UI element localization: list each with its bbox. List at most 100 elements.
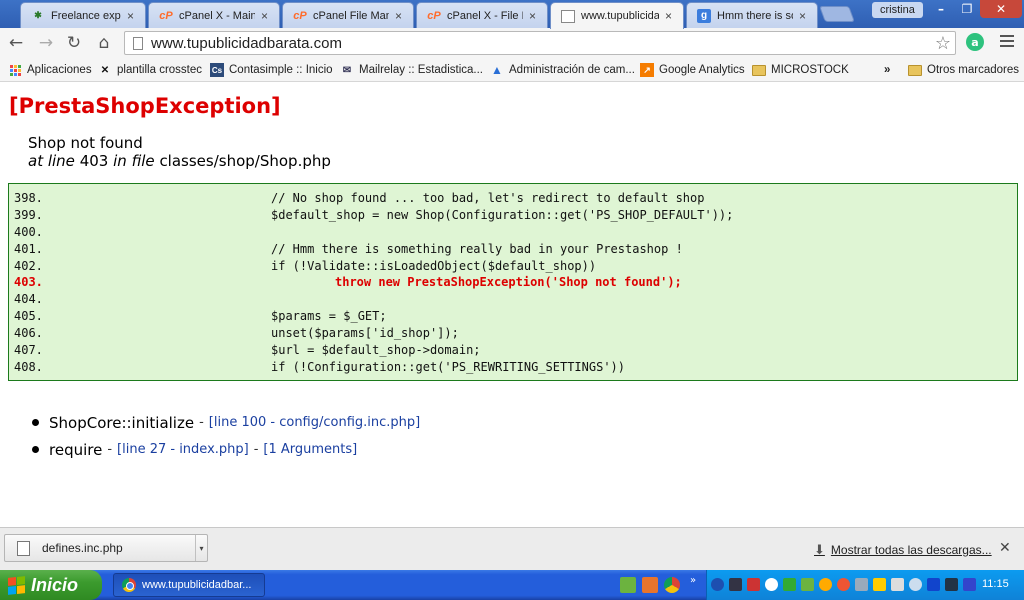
tab-4[interactable]: cP cPanel X - File M × [416,2,548,28]
bookmark-label: Aplicaciones [27,64,92,76]
battery-tray-icon[interactable] [963,578,976,591]
bookmark-analytics[interactable]: ↗ Google Analytics [640,62,745,78]
chrome-menu-icon[interactable] [1000,34,1014,48]
trace-link[interactable]: [1 Arguments] [263,442,357,457]
trace-link[interactable]: [line 27 - index.php] [117,442,249,457]
taskbar-clock[interactable]: 11:15 [982,578,1009,590]
folder-icon [752,63,766,77]
monitor-tray-icon[interactable] [945,578,958,591]
chrome-icon [122,578,136,592]
tab-close-icon[interactable]: × [529,9,539,23]
quicklaunch-overflow-icon[interactable]: » [690,575,706,591]
url-text[interactable]: www.tupublicidadbarata.com [151,35,342,52]
bluetooth-icon[interactable] [927,578,940,591]
tab-close-icon[interactable]: × [395,9,405,23]
line-number: 405. [14,309,43,324]
tab-close-icon[interactable]: × [799,9,809,23]
bookmark-label: Otros marcadores [927,64,1020,76]
trace-link[interactable]: [line 100 - config/config.inc.php] [209,415,420,430]
bookmark-contasimple[interactable]: Cs Contasimple :: Inicio [210,62,333,78]
shield-tray-icon[interactable] [873,578,886,591]
cpanel-quicklaunch-icon[interactable] [642,577,658,593]
forward-button[interactable]: → [34,32,58,54]
utorrent-tray-icon[interactable] [801,578,814,591]
chrome-tray-icon[interactable] [837,578,850,591]
search-tray-icon[interactable] [909,578,922,591]
mail-icon: ✉ [342,64,352,76]
tab-close-icon[interactable]: × [665,9,675,23]
back-button[interactable]: ← [4,32,28,54]
extension-icon[interactable]: a [966,33,984,51]
trace-separator: - [107,442,113,457]
display-tray-icon[interactable] [855,578,868,591]
line-number: 403. [14,275,43,290]
tab-6[interactable]: g Hmm there is sor × [686,2,818,28]
app-tray-icon[interactable] [783,578,796,591]
tab-2[interactable]: cP cPanel X - Main × [148,2,280,28]
apps-grid-icon [8,63,22,77]
taskbar-chrome-window[interactable]: www.tupublicidadbar... [113,573,265,597]
code-line: 408. if (!Configuration::get('PS_REWRITIN… [14,359,1017,376]
code-text: // No shop found ... too bad, let's redi… [271,191,705,205]
utorrent-icon[interactable] [620,577,636,593]
avast-tray-icon[interactable] [819,578,832,591]
download-filename[interactable]: defines.inc.php [42,541,195,555]
home-button[interactable]: ⌂ [92,32,116,54]
bookmarks-bar: Aplicaciones ✕ plantilla crosstec Cs Con… [0,58,1024,82]
address-bar[interactable]: www.tupublicidadbarata.com ☆ [124,31,956,55]
exception-title: [PrestaShopException] [9,94,281,118]
network-icon[interactable] [729,578,742,591]
reload-button[interactable]: ↻ [62,32,86,54]
tab-close-icon[interactable]: × [127,9,137,23]
download-menu-button[interactable]: ▾ [195,535,207,561]
bookmark-star-icon[interactable]: ☆ [935,33,951,54]
bookmark-apps[interactable]: Aplicaciones [8,62,92,78]
code-text: // Hmm there is something really bad in … [271,241,683,256]
code-text: unset($params['id_shop']); [271,326,459,341]
page-info-icon[interactable] [133,36,143,50]
code-line: 401. // Hmm there is something really bad… [14,241,1017,258]
trace-function: ShopCore::initialize [49,413,195,432]
bookmarks-overflow-button[interactable]: » [884,62,890,78]
bookmark-microstock[interactable]: MICROSTOCK [752,62,849,78]
new-tab-button[interactable] [819,6,855,22]
code-text: throw new PrestaShopException('Shop not … [335,275,682,290]
bullet [32,446,39,453]
bookmark-mailrelay[interactable]: ✉ Mailrelay :: Estadistica... [340,62,483,78]
line-number: 401. [14,241,43,256]
notification-icon[interactable] [765,578,778,591]
other-bookmarks-folder[interactable]: Otros marcadores [908,62,1019,78]
bookmark-crosstec[interactable]: ✕ plantilla crosstec [98,62,202,78]
bookmark-adwords[interactable]: ▲ Administración de cam... [490,62,635,78]
in-file-label: in file [113,152,155,170]
tab-5-active[interactable]: www.tupublicida × [550,2,684,29]
google-icon: g [697,8,711,23]
line-number: 407. [14,343,43,358]
tab-close-icon[interactable]: × [261,9,271,23]
exception-location: at line 403 in file classes/shop/Shop.ph… [28,152,331,170]
security-alert-icon[interactable] [747,578,760,591]
line-number: 398. [14,191,43,205]
close-window-button[interactable]: ✕ [980,0,1022,18]
code-line-error: 403. throw new PrestaShopException('Shop … [14,274,1017,291]
exception-message: Shop not found [28,134,143,152]
crosstec-icon: ✕ [100,64,110,76]
show-all-downloads-link[interactable]: ⬇ Mostrar todas las descargas... [814,542,992,558]
line-number: 406. [14,326,43,341]
tray-expand-icon[interactable] [711,578,724,591]
usb-tray-icon[interactable] [891,578,904,591]
user-profile-button[interactable]: cristina [872,2,923,18]
download-item[interactable]: defines.inc.php ▾ [4,534,208,562]
code-line: 406. unset($params['id_shop']); [14,325,1017,342]
close-download-shelf-button[interactable]: ✕ [999,540,1011,556]
code-excerpt: 398. // No shop found ... too bad, let's … [8,183,1018,381]
tab-title: Hmm there is sor [717,9,793,22]
bookmark-label: Administración de cam... [509,64,635,76]
tab-3[interactable]: cP cPanel File Mana × [282,2,414,28]
start-button[interactable]: Inicio [0,570,102,600]
show-all-label[interactable]: Mostrar todas las descargas... [831,543,992,557]
chrome-quicklaunch-icon[interactable] [664,577,680,593]
maximize-button[interactable]: ❐ [954,0,980,18]
tab-1[interactable]: ✱ Freelance experi × [20,2,146,28]
minimize-button[interactable]: – [928,0,954,18]
